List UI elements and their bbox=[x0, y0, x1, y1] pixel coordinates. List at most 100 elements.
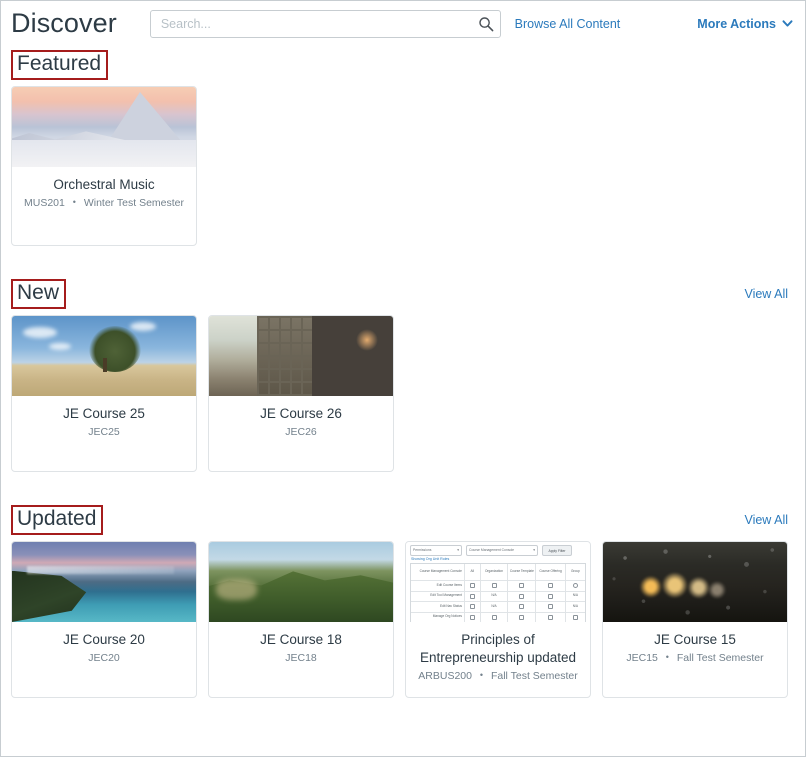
browse-all-content-link[interactable]: Browse All Content bbox=[515, 17, 621, 31]
course-card[interactable]: JE Course 25 JEC25 bbox=[11, 315, 197, 472]
course-card[interactable]: JE Course 26 JEC26 bbox=[208, 315, 394, 472]
screenshot-filter-label: Permissions bbox=[413, 547, 432, 552]
card-title: Principles of Entrepreneurship updated bbox=[419, 632, 577, 665]
screenshot-apply-button: Apply Filter bbox=[542, 545, 572, 556]
screenshot-row-label: Manage Org Notices bbox=[411, 612, 465, 622]
course-card[interactable]: Permissions ▾ Course Management Console … bbox=[405, 541, 591, 698]
screenshot-cell bbox=[566, 613, 585, 623]
card-title: JE Course 20 bbox=[63, 632, 145, 647]
screenshot-row-label: Edit Course Items bbox=[411, 581, 465, 591]
card-body: JE Course 25 JEC25 bbox=[12, 396, 196, 471]
card-subtitle: ARBUS200 • Fall Test Semester bbox=[414, 670, 582, 684]
screenshot-table-row: Edit Tool Management N/A N/A bbox=[411, 591, 585, 602]
screenshot-row-label: Edit Tool Management bbox=[411, 591, 465, 601]
section-title-featured: Featured bbox=[17, 52, 102, 76]
card-body: Orchestral Music MUS201 • Winter Test Se… bbox=[12, 167, 196, 245]
screenshot-cell bbox=[536, 602, 566, 612]
card-body: JE Course 15 JEC15 • Fall Test Semester bbox=[603, 622, 787, 697]
section-updated: Updated View All JE Course 20 JEC20 JE C… bbox=[1, 501, 805, 698]
search-input[interactable] bbox=[149, 9, 501, 38]
card-title: Orchestral Music bbox=[53, 177, 155, 192]
card-term: Winter Test Semester bbox=[83, 196, 185, 209]
chevron-down-icon: ▾ bbox=[533, 547, 535, 552]
screenshot-cell bbox=[508, 591, 537, 601]
view-all-link-new[interactable]: View All bbox=[744, 287, 788, 301]
screenshot-cell: N/A bbox=[481, 591, 509, 601]
card-title: JE Course 15 bbox=[654, 632, 736, 647]
screenshot-cell bbox=[481, 612, 509, 622]
screenshot-cell: N/A bbox=[572, 593, 579, 598]
chevron-down-icon: ▾ bbox=[457, 547, 459, 552]
section-title-updated: Updated bbox=[17, 507, 97, 531]
card-course-code: JEC26 bbox=[285, 425, 317, 438]
course-card[interactable]: JE Course 18 JEC18 bbox=[208, 541, 394, 698]
card-image-rainy-window bbox=[603, 542, 787, 622]
screenshot-role-label: Course Management Console bbox=[469, 547, 515, 552]
screenshot-col-header: All bbox=[465, 564, 481, 580]
card-subtitle: JEC20 bbox=[20, 652, 188, 666]
card-title: JE Course 18 bbox=[260, 632, 342, 647]
card-body: Principles of Entrepreneurship updated A… bbox=[406, 622, 590, 697]
section-new: New View All JE Course 25 JEC25 JE Cours… bbox=[1, 275, 805, 472]
screenshot-role-select: Course Management Console ▾ bbox=[466, 545, 538, 556]
featured-heading-highlight: Featured bbox=[11, 50, 109, 80]
course-card[interactable]: JE Course 20 JEC20 bbox=[11, 541, 197, 698]
discover-page: Discover Browse All Content More Actions bbox=[0, 0, 806, 757]
screenshot-col-header: Course Offering bbox=[536, 564, 566, 580]
view-all-link-updated[interactable]: View All bbox=[744, 513, 788, 527]
card-subtitle: MUS201 • Winter Test Semester bbox=[20, 197, 188, 211]
screenshot-cell bbox=[465, 591, 481, 601]
page-header: Discover Browse All Content More Actions bbox=[1, 1, 805, 46]
screenshot-col-header: Course Template bbox=[508, 564, 537, 580]
updated-heading-highlight: Updated bbox=[11, 505, 104, 535]
chevron-down-icon bbox=[782, 18, 793, 29]
snow-track-lines bbox=[12, 141, 127, 163]
screenshot-table-row: Manage Org Notices bbox=[411, 612, 585, 623]
card-subtitle: JEC26 bbox=[217, 426, 385, 440]
card-image-snow-mountain bbox=[12, 87, 196, 167]
card-term: Fall Test Semester bbox=[676, 651, 764, 664]
screenshot-cell bbox=[465, 581, 481, 591]
cloud-shape bbox=[48, 343, 71, 351]
screenshot-cell: N/A bbox=[481, 602, 509, 612]
more-actions-button[interactable]: More Actions bbox=[697, 17, 793, 31]
separator-dot: • bbox=[479, 670, 484, 680]
card-row-updated: JE Course 20 JEC20 JE Course 18 JEC18 Pe… bbox=[11, 539, 793, 698]
card-row-new: JE Course 25 JEC25 JE Course 26 JEC26 bbox=[11, 313, 793, 472]
screenshot-col-header: Group bbox=[570, 569, 580, 574]
section-featured: Featured Orchestral Music MUS201 • Winte… bbox=[1, 46, 805, 246]
header-links: Browse All Content More Actions bbox=[515, 17, 793, 31]
card-body: JE Course 20 JEC20 bbox=[12, 622, 196, 697]
more-actions-label: More Actions bbox=[697, 16, 776, 31]
screenshot-table-row: Edit Nav Status N/A N/A bbox=[411, 602, 585, 613]
card-image-forest-hillside bbox=[209, 542, 393, 622]
screenshot-cell bbox=[465, 602, 481, 612]
card-course-code: JEC15 bbox=[626, 651, 658, 664]
new-heading-highlight: New bbox=[11, 279, 67, 309]
screenshot-permissions-table: Course Management Console All Organizati… bbox=[410, 563, 586, 622]
screenshot-link: Showing Org Unit Roles bbox=[411, 557, 450, 561]
section-title-new: New bbox=[17, 281, 60, 305]
card-image-lake-shore bbox=[12, 542, 196, 622]
screenshot-table-header-row: Course Management Console All Organizati… bbox=[411, 564, 585, 581]
course-card[interactable]: Orchestral Music MUS201 • Winter Test Se… bbox=[11, 86, 197, 246]
card-image-steel-bridge bbox=[209, 316, 393, 396]
card-course-code: MUS201 bbox=[23, 196, 65, 209]
card-image-permissions-screenshot: Permissions ▾ Course Management Console … bbox=[406, 542, 590, 622]
section-header-featured: Featured bbox=[11, 46, 793, 84]
card-body: JE Course 26 JEC26 bbox=[209, 396, 393, 471]
screenshot-filter-select: Permissions ▾ bbox=[410, 545, 462, 556]
screenshot-cell bbox=[508, 581, 537, 591]
screenshot-col-header: Organization bbox=[481, 564, 509, 580]
screenshot-cell bbox=[566, 581, 585, 591]
screenshot-cell bbox=[536, 612, 566, 622]
card-image-lone-tree bbox=[12, 316, 196, 396]
card-title: JE Course 25 bbox=[63, 406, 145, 421]
card-course-code: JEC20 bbox=[88, 651, 120, 664]
course-card[interactable]: JE Course 15 JEC15 • Fall Test Semester bbox=[602, 541, 788, 698]
search-field-wrapper bbox=[149, 9, 501, 38]
page-title: Discover bbox=[11, 8, 117, 38]
card-subtitle: JEC15 • Fall Test Semester bbox=[611, 652, 779, 666]
card-title: JE Course 26 bbox=[260, 406, 342, 421]
separator-dot: • bbox=[665, 652, 669, 663]
